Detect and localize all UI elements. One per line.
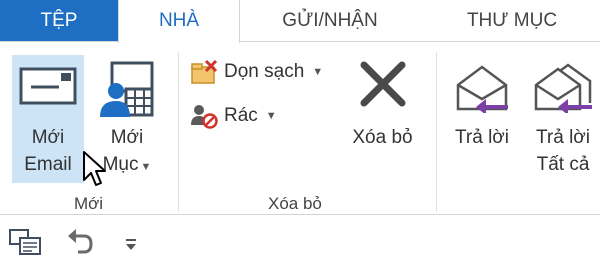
reply-all-envelope-icon bbox=[532, 63, 594, 113]
clean-up-button[interactable]: Dọn sạch ▼ bbox=[190, 58, 323, 86]
reply-button[interactable]: Trả lời bbox=[446, 55, 518, 183]
junk-label: Rác bbox=[224, 105, 258, 126]
customize-qat-icon bbox=[122, 228, 140, 256]
tab-file[interactable]: TỆP bbox=[0, 0, 118, 42]
clean-up-label: Dọn sạch bbox=[224, 61, 305, 82]
junk-person-icon bbox=[190, 103, 218, 129]
group-label-delete: Xóa bỏ bbox=[268, 194, 322, 213]
send-receive-icon bbox=[8, 228, 42, 256]
delete-button[interactable]: Xóa bỏ bbox=[340, 55, 425, 155]
group-separator bbox=[436, 52, 437, 212]
reply-all-label-line1: Trả lời bbox=[536, 127, 590, 148]
new-email-label-line1: Mới bbox=[31, 127, 65, 148]
customize-qat-button[interactable] bbox=[122, 228, 140, 256]
contact-calendar-icon bbox=[98, 61, 156, 119]
delete-label: Xóa bỏ bbox=[352, 127, 413, 148]
undo-button[interactable] bbox=[66, 228, 94, 256]
tab-send-receive[interactable]: GỬI/NHẬN bbox=[255, 0, 405, 42]
folder-clean-icon bbox=[190, 59, 218, 85]
reply-envelope-icon bbox=[454, 63, 510, 113]
reply-all-button[interactable]: Trả lời Tất cả bbox=[526, 55, 600, 183]
tab-folder[interactable]: THƯ MỤC bbox=[442, 0, 582, 42]
undo-icon bbox=[66, 228, 94, 256]
x-icon bbox=[360, 61, 406, 107]
reply-all-label-line2: Tất cả bbox=[536, 154, 590, 175]
new-email-button[interactable]: Mới Email bbox=[12, 55, 84, 183]
new-items-label-line1: Mới bbox=[110, 127, 144, 148]
dropdown-caret-icon: ▼ bbox=[265, 110, 277, 122]
reply-label: Trả lời bbox=[455, 127, 509, 148]
tab-home[interactable]: NHÀ bbox=[118, 0, 240, 43]
group-label-new: Mới bbox=[74, 194, 104, 213]
new-email-label-line2: Email bbox=[24, 154, 72, 175]
mouse-pointer-icon bbox=[82, 150, 106, 188]
junk-button[interactable]: Rác ▼ bbox=[190, 102, 277, 130]
envelope-icon bbox=[19, 67, 77, 105]
dropdown-caret-icon: ▼ bbox=[312, 66, 324, 78]
ribbon-tab-bar: TỆP NHÀ GỬI/NHẬN THƯ MỤC bbox=[0, 0, 600, 43]
dropdown-caret-icon: ▼ bbox=[140, 161, 152, 173]
send-receive-button[interactable] bbox=[8, 228, 42, 256]
group-separator bbox=[178, 52, 179, 212]
